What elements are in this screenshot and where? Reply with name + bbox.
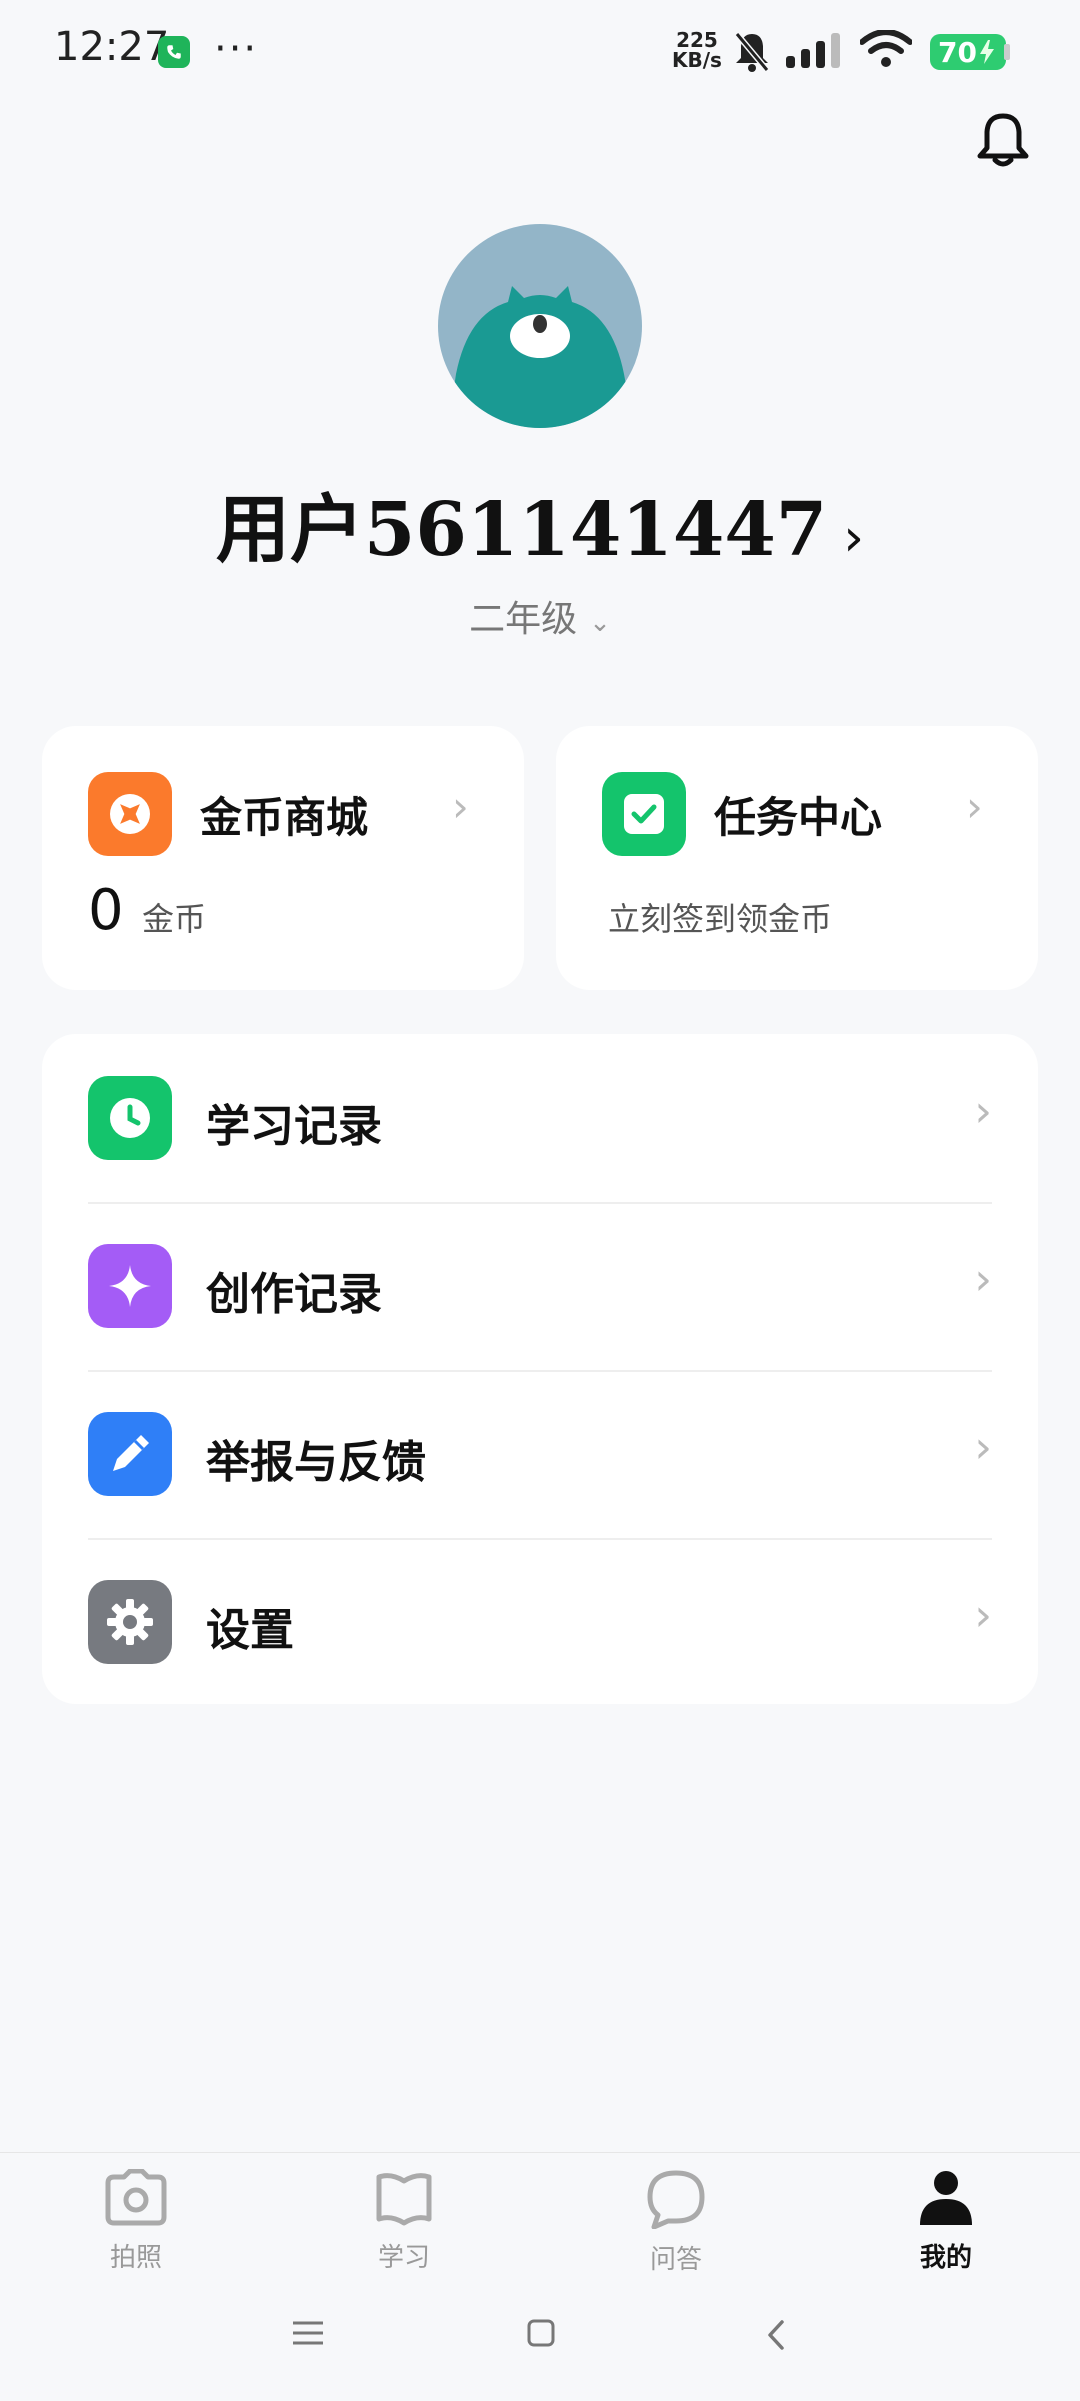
menu-item-settings[interactable]: 设置 ›: [42, 1538, 1038, 1706]
status-time: 12:27: [54, 24, 170, 70]
mute-bell-icon: [734, 32, 770, 72]
task-center-card[interactable]: 任务中心 › 立刻签到领金币: [556, 726, 1038, 990]
menu-nav-icon[interactable]: [290, 2318, 326, 2348]
task-center-title: 任务中心: [714, 793, 883, 842]
tab-label: 我的: [919, 2243, 972, 2273]
person-icon: [920, 2171, 972, 2225]
menu-item-label: 学习记录: [206, 1101, 382, 1152]
menu-item-report-feedback[interactable]: 举报与反馈 ›: [42, 1370, 1038, 1538]
network-speed: 225 KB/s: [672, 30, 722, 70]
battery-nub: [1004, 44, 1010, 60]
chevron-right-icon: ›: [974, 1086, 992, 1137]
chevron-right-icon: ›: [974, 1254, 992, 1305]
network-speed-unit: KB/s: [672, 48, 722, 72]
coin-mall-icon: [88, 772, 172, 856]
monster-avatar-icon: [448, 286, 634, 428]
tab-mine[interactable]: 我的: [866, 2169, 1026, 2274]
back-nav-icon[interactable]: [764, 2318, 788, 2352]
tab-study[interactable]: 学习: [324, 2169, 484, 2274]
chevron-right-icon: ›: [452, 782, 469, 831]
charging-bolt-icon: [979, 40, 994, 64]
chevron-right-icon: ›: [974, 1422, 992, 1473]
sparkle-icon: [88, 1244, 172, 1328]
grade-label: 二年级: [469, 599, 578, 640]
signal-icon: [786, 33, 840, 68]
clock-icon: [88, 1076, 172, 1160]
coin-unit: 金币: [142, 900, 207, 938]
coin-mall-card[interactable]: 金币商城 › 0 金币: [42, 726, 524, 990]
menu-list: 学习记录 › 创作记录 › 举报与反馈 › 设置 ›: [42, 1034, 1038, 1704]
call-indicator-icon: [158, 36, 190, 68]
tab-label: 学习: [377, 2243, 430, 2273]
battery-level: 70: [938, 35, 977, 69]
menu-item-label: 创作记录: [206, 1269, 382, 1320]
notification-bell-icon[interactable]: [976, 110, 1030, 170]
battery-indicator: 70: [930, 34, 1006, 70]
chat-icon: [647, 2170, 705, 2230]
chevron-right-icon: ›: [966, 782, 983, 831]
wifi-icon: [860, 30, 912, 67]
pen-icon: [88, 1412, 172, 1496]
username-text: 用户561141447: [215, 487, 828, 573]
tab-qa[interactable]: 问答: [596, 2169, 756, 2276]
checkbox-icon: [602, 772, 686, 856]
network-speed-value: 225: [676, 28, 718, 52]
bottom-tab-bar: 拍照 学习 问答 我的: [0, 2152, 1080, 2401]
camera-icon: [105, 2168, 167, 2226]
chevron-right-icon: ›: [843, 508, 865, 568]
task-center-subtitle: 立刻签到领金币: [608, 900, 833, 938]
tab-label: 拍照: [109, 2243, 162, 2273]
grade-selector[interactable]: 二年级 ⌄: [0, 590, 1080, 642]
username[interactable]: 用户561141447 ›: [0, 470, 1080, 577]
avatar[interactable]: [438, 224, 642, 428]
gear-icon: [88, 1580, 172, 1664]
status-more-dots: ···: [214, 26, 259, 72]
tab-label: 问答: [649, 2245, 702, 2275]
book-icon: [376, 2173, 432, 2226]
menu-item-label: 设置: [206, 1605, 294, 1656]
menu-item-creation-record[interactable]: 创作记录 ›: [42, 1202, 1038, 1370]
home-nav-icon[interactable]: [526, 2318, 556, 2348]
chevron-down-icon: ⌄: [589, 608, 611, 638]
coin-count: 0: [88, 878, 124, 943]
menu-item-study-record[interactable]: 学习记录 ›: [42, 1034, 1038, 1202]
tab-camera[interactable]: 拍照: [56, 2168, 216, 2274]
coin-mall-title: 金币商城: [200, 793, 369, 842]
menu-item-label: 举报与反馈: [206, 1437, 426, 1488]
chevron-right-icon: ›: [974, 1590, 992, 1641]
